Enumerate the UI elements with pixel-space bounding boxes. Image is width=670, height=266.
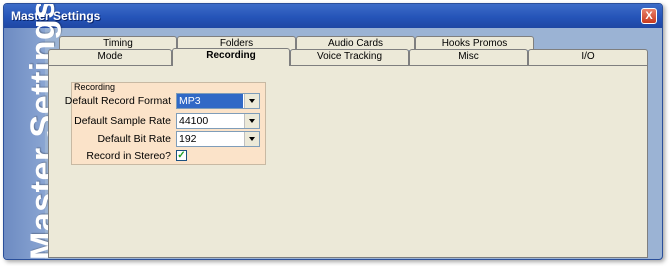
tab-row-front: Mode Recording Voice Tracking Misc I/O	[48, 48, 660, 66]
master-settings-window: Master Settings X Master Settings Timing…	[3, 3, 663, 260]
bit-rate-value: 192	[179, 133, 197, 145]
recording-group: Recording Default Record Format MP3 Defa…	[65, 82, 266, 165]
checkmark-icon: ✓	[177, 150, 186, 161]
title-bar[interactable]: Master Settings X	[4, 4, 662, 28]
close-icon: X	[645, 10, 653, 22]
record-format-row: Default Record Format MP3	[65, 93, 265, 109]
tab-misc[interactable]: Misc	[409, 49, 528, 65]
sample-rate-select[interactable]: 44100	[176, 113, 260, 129]
sample-rate-value: 44100	[179, 115, 209, 127]
tab-audio-cards[interactable]: Audio Cards	[296, 36, 415, 50]
bit-rate-row: Default Bit Rate 192	[72, 131, 265, 147]
stereo-label: Record in Stereo?	[86, 150, 171, 162]
bit-rate-label: Default Bit Rate	[97, 133, 171, 145]
record-format-select[interactable]: MP3	[176, 93, 260, 109]
sample-rate-row: Default Sample Rate 44100	[72, 113, 265, 129]
tab-mode[interactable]: Mode	[48, 49, 172, 65]
bit-rate-select[interactable]: 192	[176, 131, 260, 147]
chevron-down-icon[interactable]	[244, 114, 259, 128]
stereo-checkbox[interactable]: ✓	[176, 150, 187, 161]
recording-panel: Recording Default Record Format MP3 Defa…	[48, 65, 648, 258]
tab-timing[interactable]: Timing	[59, 36, 177, 50]
sample-rate-label: Default Sample Rate	[74, 115, 171, 127]
group-title: Recording	[74, 82, 116, 92]
tab-control: Timing Folders Audio Cards Hooks Promos …	[48, 35, 660, 258]
chevron-down-icon[interactable]	[244, 94, 259, 108]
tab-voice-tracking[interactable]: Voice Tracking	[290, 49, 409, 65]
tab-io[interactable]: I/O	[528, 49, 648, 65]
stereo-row: Record in Stereo? ✓	[72, 148, 265, 164]
record-format-value: MP3	[177, 94, 243, 108]
close-button[interactable]: X	[641, 8, 657, 24]
side-banner: Master Settings	[4, 4, 62, 259]
tab-recording[interactable]: Recording	[172, 48, 290, 66]
record-format-label: Default Record Format	[64, 95, 171, 107]
tab-row-back: Timing Folders Audio Cards Hooks Promos	[48, 36, 660, 50]
chevron-down-icon[interactable]	[244, 132, 259, 146]
tab-hooks-promos[interactable]: Hooks Promos	[415, 36, 534, 50]
